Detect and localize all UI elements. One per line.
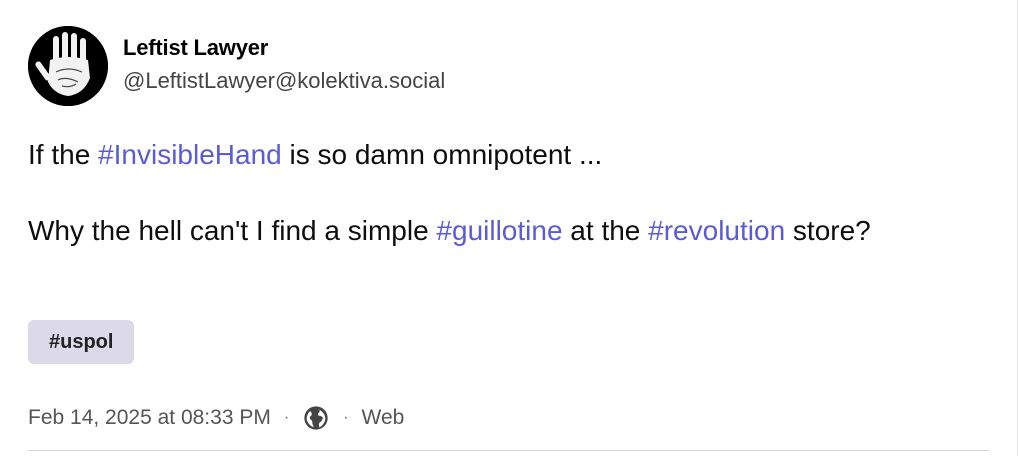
post-text: at the [562, 215, 649, 246]
author-handle[interactable]: @LeftistLawyer@kolektiva.social [123, 66, 445, 96]
post-timestamp[interactable]: Feb 14, 2025 at 08:33 PM [28, 402, 271, 434]
author-names: Leftist Lawyer @LeftistLawyer@kolektiva.… [123, 34, 445, 96]
post-text: Why the hell can't I find a simple [28, 215, 437, 246]
meta-separator: · [283, 409, 290, 426]
post-meta: Feb 14, 2025 at 08:33 PM · · Web [28, 402, 404, 434]
hashtag-link-guillotine[interactable]: #guillotine [436, 215, 562, 246]
post-client: Web [361, 406, 405, 429]
hashtag-link-invisiblehand[interactable]: #InvisibleHand [98, 139, 282, 170]
avatar[interactable] [28, 26, 108, 106]
post-header: Leftist Lawyer @LeftistLawyer@kolektiva.… [28, 26, 445, 106]
post-text: is so damn omnipotent ... [281, 139, 603, 170]
post-card: Leftist Lawyer @LeftistLawyer@kolektiva.… [0, 0, 1018, 456]
divider [28, 450, 989, 451]
hashtag-link-revolution[interactable]: #revolution [648, 215, 785, 246]
post-text: store? [785, 215, 871, 246]
post-content: If the #InvisibleHand is so damn omnipot… [28, 136, 988, 250]
post-paragraph-2: Why the hell can't I find a simple #guil… [28, 212, 988, 250]
tag-chip-uspol[interactable]: #uspol [28, 320, 135, 364]
globe-icon [302, 404, 330, 432]
hand-print-icon [28, 26, 108, 106]
meta-separator: · [343, 409, 349, 426]
post-text: If the [28, 139, 99, 170]
author-display-name[interactable]: Leftist Lawyer [123, 34, 445, 62]
post-paragraph-1: If the #InvisibleHand is so damn omnipot… [28, 136, 988, 174]
